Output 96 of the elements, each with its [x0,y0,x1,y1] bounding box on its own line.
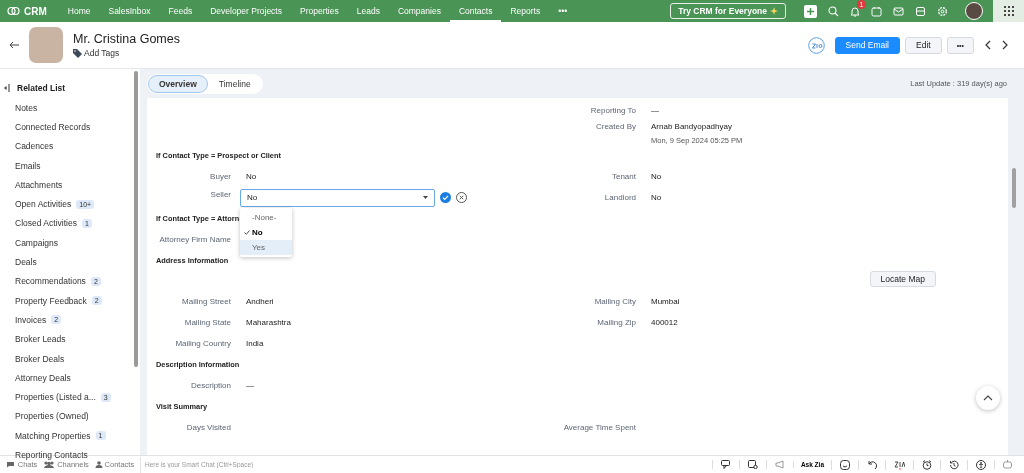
add-icon[interactable] [804,4,817,18]
calendar-icon[interactable] [871,5,882,17]
related-list-item[interactable]: Cadences [15,141,54,152]
scrollbar[interactable] [1012,168,1016,208]
people-icon [43,461,56,468]
user-avatar[interactable] [965,2,983,20]
next-record-icon[interactable] [1002,40,1008,50]
related-list-item[interactable]: Attorney Deals [15,372,71,383]
view-tab[interactable]: Overview [148,74,208,93]
related-list-item[interactable]: Connected Records [15,121,91,132]
grid-icon [1003,6,1014,16]
seller-select-field[interactable]: No [240,188,435,207]
view-tab[interactable]: Timeline [207,74,262,93]
related-list-item[interactable]: Attachments [15,179,63,190]
nav-tab[interactable]: Home [58,0,100,22]
field-value: Maharashtra [246,316,291,329]
field-label: Mailing Zip [596,316,636,329]
related-list-item[interactable]: Properties (Owned) [15,411,89,422]
check-icon [244,229,250,235]
field-label: Mailing Country [174,337,231,350]
field-label: Average Time Spent [562,421,636,434]
related-list-item[interactable]: Property Feedback [15,295,87,306]
try-crm-button[interactable]: Try CRM for Everyone [670,3,786,19]
scrollbar[interactable] [134,71,138,367]
related-list-item[interactable]: Closed Activities [15,218,77,229]
field-label: Tenant [610,170,636,183]
field-label: Landlord [603,191,636,204]
related-list-item[interactable]: Broker Leads [15,334,66,345]
cancel-icon[interactable] [456,192,467,203]
nav-tab[interactable]: Developer Projects [201,0,291,22]
related-list-item[interactable]: Invoices [15,314,47,325]
field-label: Reporting To [589,104,636,117]
field-label: Days Visited [185,421,231,434]
related-list-item[interactable]: Emails [15,160,41,171]
locate-map-button[interactable]: Locate Map [869,271,936,287]
dropdown-option[interactable]: No [240,224,292,240]
nav-tab[interactable]: Companies [388,0,450,22]
related-list-item[interactable]: Deals [15,257,37,267]
field-label: Description [190,379,231,392]
field-label: Buyer [209,170,231,183]
nav-tab[interactable]: SalesInbox [99,0,160,22]
settings-icon[interactable] [937,5,948,17]
contact-photo-placeholder [29,27,63,63]
field-value: No [246,170,257,183]
person-icon [94,461,103,468]
mail-icon[interactable] [893,5,904,17]
chevron-up-icon [983,395,993,401]
save-check-icon[interactable] [440,192,451,203]
field-value: — [246,379,254,392]
field-label: Attorney Firm Name [158,233,231,246]
related-list-item[interactable]: Notes [15,102,38,113]
field-label: Created By [594,121,636,133]
sidebar-title: Related List [17,83,66,93]
field-label: Mailing City [593,295,636,308]
field-value: — [651,104,659,117]
nav-tab[interactable]: Properties [290,0,348,22]
back-arrow-icon[interactable] [9,41,19,49]
store-icon[interactable] [915,5,926,17]
related-list-item[interactable]: Open Activities [15,199,72,210]
previous-record-icon[interactable] [985,40,991,50]
field-value: India [246,337,264,350]
field-value: No [651,170,662,183]
field-label: Mailing State [183,316,231,329]
logo-icon [7,6,20,16]
field-value: Arnab Bandyopadhyay [651,121,733,133]
contact-name: Mr. Cristina Gomes [73,32,180,46]
add-tags-link[interactable]: Add Tags [84,48,120,58]
search-icon[interactable] [828,5,839,17]
tag-icon [73,48,82,58]
app-name: CRM [24,5,47,17]
related-list-item[interactable]: Broker Deals [15,353,65,364]
field-value: 400012 [651,316,678,329]
field-label: Mailing Street [181,295,231,308]
nav-tab[interactable]: Contacts [449,0,502,22]
dropdown-option[interactable]: Yes [240,239,292,255]
collapse-icon[interactable] [3,84,10,92]
related-list-item[interactable]: Recommendations [15,276,86,287]
related-list-item[interactable]: Properties (Listed a... [15,392,96,403]
edit-button[interactable]: Edit [905,36,942,54]
field-value: Andheri [246,295,274,308]
apps-menu-button[interactable] [993,0,1024,22]
caret-icon [423,196,428,199]
sparkle-icon [770,7,778,15]
field-label: Seller [209,188,231,201]
nav-tab[interactable]: Feeds [159,0,202,22]
related-list-item[interactable]: Reporting Contacts [15,450,88,460]
bell-icon[interactable] [850,5,860,17]
nav-tab[interactable]: Reports [501,0,550,22]
more-tabs-button[interactable]: ••• [549,0,577,22]
dropdown-option[interactable]: -None- [240,209,292,225]
related-list-item[interactable]: Matching Properties [15,430,91,441]
related-list-item[interactable]: Campaigns [15,237,58,248]
chat-bubble-icon [5,461,16,468]
nav-tab[interactable]: Leads [347,0,389,22]
field-value: Mumbai [651,295,680,308]
field-value: No [651,191,662,204]
